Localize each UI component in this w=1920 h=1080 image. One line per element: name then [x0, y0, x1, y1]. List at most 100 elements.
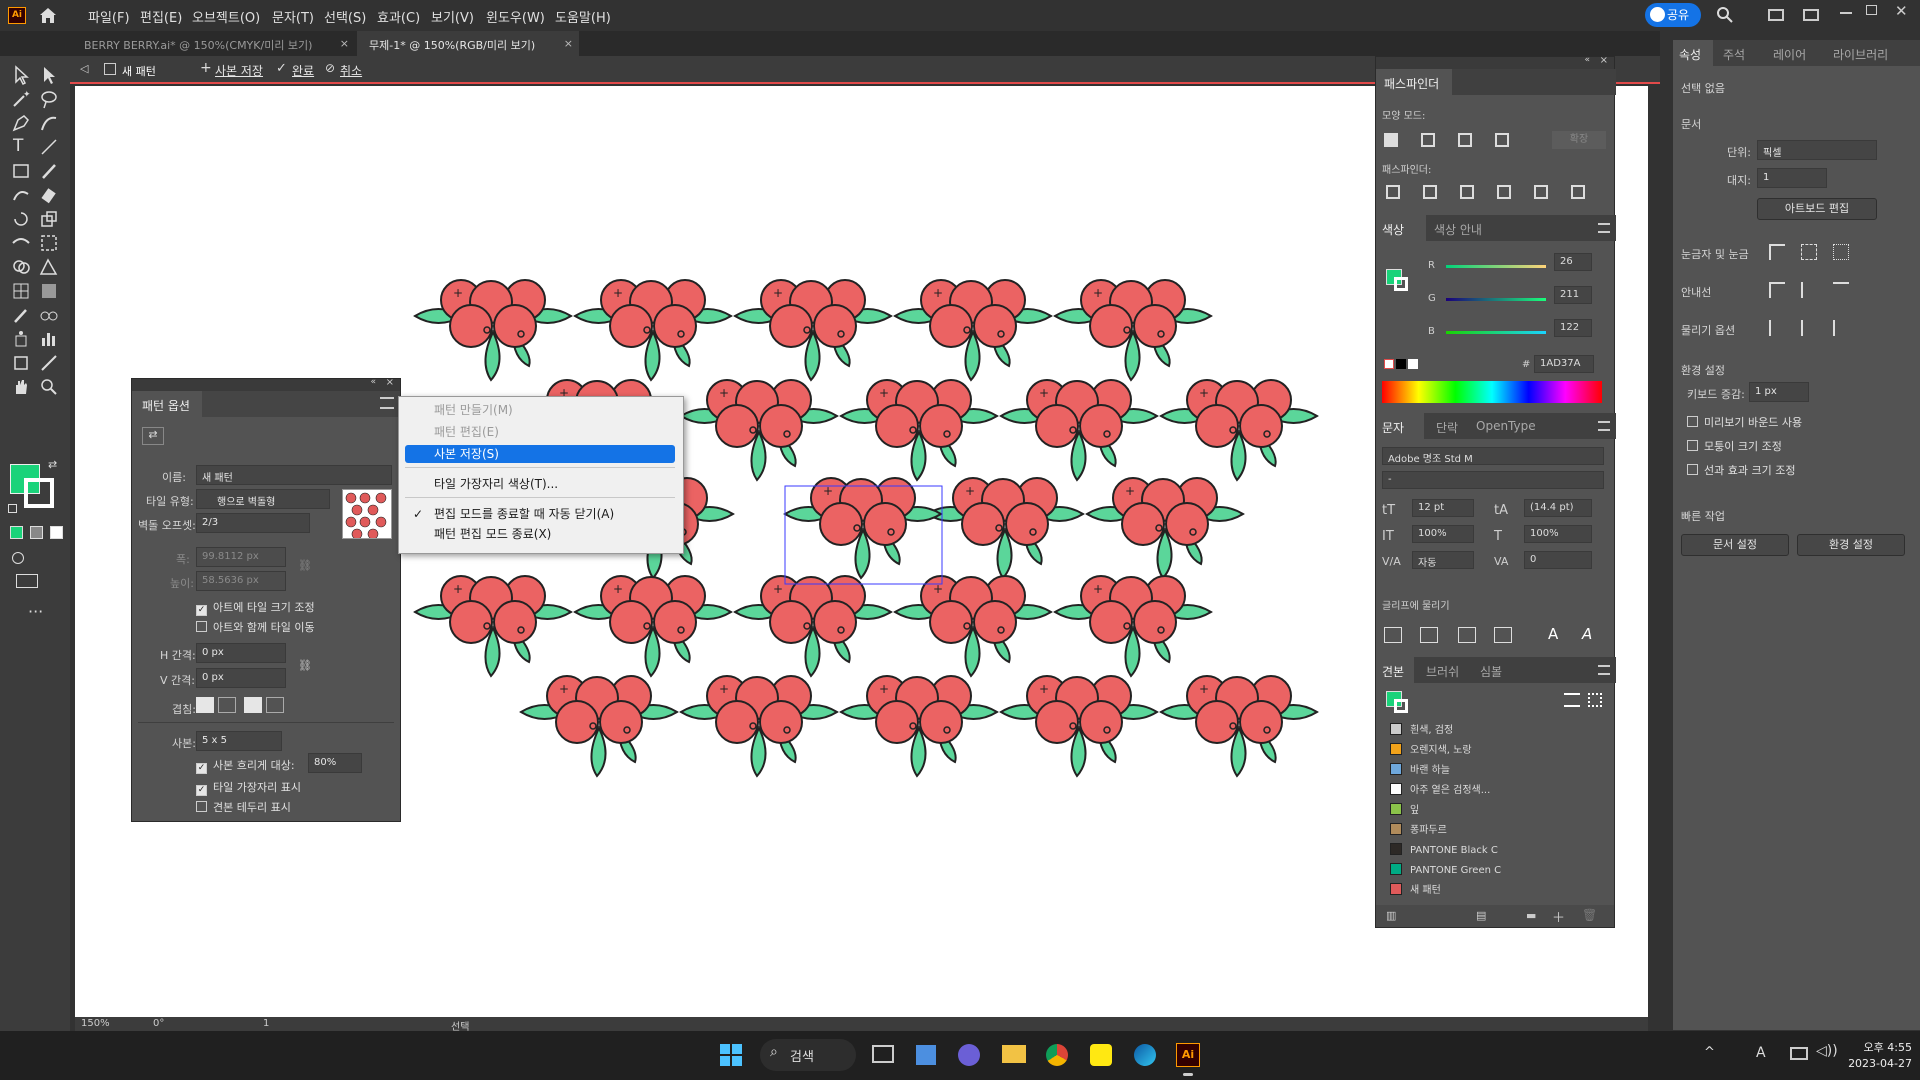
brick-offset-select[interactable]: 2/3: [196, 513, 310, 533]
swatch-row[interactable]: 새 패턴: [1390, 881, 1605, 901]
close-panel-icon[interactable]: ×: [1600, 55, 1608, 66]
color-stroke-swatch[interactable]: [1394, 277, 1408, 291]
keyboard-increment-input[interactable]: 1 px: [1749, 382, 1809, 402]
lock-guides-icon[interactable]: [1801, 282, 1817, 298]
tray-chevron-icon[interactable]: ^: [1704, 1045, 1715, 1060]
dim-value-select[interactable]: 80%: [308, 753, 362, 773]
done-link[interactable]: 완료: [292, 62, 314, 79]
use-preview-bounds-checkbox[interactable]: 미리보기 바운드 사용: [1687, 414, 1802, 430]
swatch-row[interactable]: PANTONE Black C: [1390, 841, 1605, 861]
r-input[interactable]: 26: [1554, 253, 1592, 271]
menu-type[interactable]: 문자(T): [272, 7, 314, 26]
back-arrow-icon[interactable]: ◁: [80, 62, 88, 75]
pattern-options-tab[interactable]: 패턴 옵션: [132, 391, 202, 417]
character-tab[interactable]: 문자: [1376, 413, 1424, 439]
libraries-tab[interactable]: 라이브러리: [1833, 46, 1888, 63]
link-spacing-icon[interactable]: ⛓: [298, 659, 312, 672]
font-size-input[interactable]: 12 pt: [1412, 499, 1474, 517]
volume-icon[interactable]: ◁)): [1816, 1043, 1838, 1059]
panel-menu-icon[interactable]: [1598, 665, 1610, 675]
snap-to-pixel-icon[interactable]: [1801, 320, 1817, 336]
intersect-icon[interactable]: [1458, 133, 1472, 147]
panel-menu-icon[interactable]: [1598, 421, 1610, 431]
b-slider[interactable]: [1446, 331, 1546, 334]
divide-icon[interactable]: [1386, 185, 1400, 199]
font-style-select[interactable]: -: [1382, 471, 1604, 489]
selection-tool-icon[interactable]: [10, 64, 32, 86]
swatch-stroke-preview[interactable]: [1394, 699, 1408, 713]
stroke-swatch[interactable]: [24, 478, 54, 508]
swap-fill-stroke-icon[interactable]: ⇄: [48, 458, 57, 471]
default-colors-icon[interactable]: [8, 504, 17, 513]
illustrator-taskbar-icon[interactable]: Ai: [1176, 1043, 1200, 1067]
color-mode-icon[interactable]: [10, 526, 23, 539]
menu-file[interactable]: 파일(F): [88, 7, 130, 26]
workspace-icon[interactable]: [1803, 9, 1819, 21]
trim-icon[interactable]: [1423, 185, 1437, 199]
menu-tile-edge-color[interactable]: 타일 가장자리 색상(T)...: [405, 475, 675, 493]
size-to-art-checkbox[interactable]: ✓ 아트에 타일 크기 조정: [196, 599, 315, 616]
swatch-row[interactable]: 잎: [1390, 801, 1605, 821]
scale-tool-icon[interactable]: [38, 208, 60, 230]
width-tool-icon[interactable]: [10, 232, 32, 254]
panel-titlebar[interactable]: « ×: [132, 377, 400, 391]
b-input[interactable]: 122: [1554, 319, 1592, 337]
pathfinder-tab[interactable]: 패스파인더: [1376, 69, 1452, 95]
collapse-icon[interactable]: «: [1584, 55, 1590, 65]
start-icon[interactable]: [720, 1044, 742, 1066]
vertical-scale-input[interactable]: 100%: [1412, 525, 1474, 543]
menu-edit[interactable]: 편집(E): [140, 7, 182, 26]
glyph-angular-icon[interactable]: A: [1548, 625, 1558, 643]
pattern-name-input[interactable]: 새 패턴: [196, 465, 392, 485]
tab-berry-berry[interactable]: BERRY BERRY.ai* @ 150%(CMYK/미리 보기) ×: [72, 31, 355, 56]
gradient-mode-icon[interactable]: [30, 526, 43, 539]
zoom-level[interactable]: 150%: [81, 1018, 110, 1029]
symbols-tab[interactable]: 심볼: [1480, 663, 1502, 680]
opentype-tab[interactable]: OpenType: [1476, 419, 1536, 433]
menu-save-copy[interactable]: 사본 저장(S): [405, 445, 675, 463]
collapse-icon[interactable]: «: [370, 377, 376, 387]
input-method-icon[interactable]: A: [1756, 1045, 1766, 1061]
swatch-row[interactable]: 오렌지색, 노랑: [1390, 741, 1605, 761]
menu-exit-pattern-edit[interactable]: 패턴 편집 모드 종료(X): [405, 525, 675, 543]
edit-artboard-button[interactable]: 아트보드 편집: [1757, 198, 1877, 220]
glyph-snap-proximity-icon[interactable]: [1494, 627, 1512, 643]
brushes-tab[interactable]: 브러쉬: [1426, 663, 1459, 680]
dim-copies-checkbox[interactable]: ✓ 사본 흐리게 대상:: [196, 757, 295, 774]
exclude-icon[interactable]: [1495, 133, 1509, 147]
save-copy-link[interactable]: 사본 저장: [215, 62, 263, 79]
show-tile-edge-checkbox[interactable]: ✓ 타일 가장자리 표시: [196, 779, 301, 796]
taskbar-search-box[interactable]: ⌕ 검색: [760, 1039, 856, 1071]
home-icon[interactable]: [38, 6, 58, 24]
chrome-icon[interactable]: [1046, 1044, 1068, 1066]
menu-make-pattern[interactable]: 패턴 만들기(M): [405, 401, 675, 419]
leading-input[interactable]: (14.4 pt): [1524, 499, 1592, 517]
glyph-snap-bounds-icon[interactable]: [1458, 627, 1476, 643]
show-swatch-bounds-checkbox[interactable]: 견본 테두리 표시: [196, 799, 291, 815]
none-color-icon[interactable]: [1384, 359, 1394, 369]
minimize-icon[interactable]: [1840, 12, 1852, 14]
g-slider[interactable]: [1446, 298, 1546, 301]
panel-menu-icon[interactable]: [380, 397, 394, 409]
unite-icon[interactable]: [1384, 133, 1398, 147]
glyph-snap-baseline-icon[interactable]: [1384, 627, 1402, 643]
menu-effect[interactable]: 효과(C): [377, 7, 420, 26]
column-graph-icon[interactable]: [38, 328, 60, 350]
center-tile[interactable]: [784, 477, 943, 585]
overlap-left-icon[interactable]: [196, 697, 214, 713]
new-swatch-icon[interactable]: ＋: [1552, 907, 1565, 926]
h-spacing-input[interactable]: 0 px: [196, 643, 286, 663]
slice-tool-icon[interactable]: [38, 352, 60, 374]
shape-builder-icon[interactable]: [10, 256, 32, 278]
comments-tab[interactable]: 주석: [1723, 46, 1745, 63]
tile-type-select[interactable]: 행으로 벽돌형: [196, 489, 330, 509]
horizontal-scale-input[interactable]: 100%: [1524, 525, 1592, 543]
eyedropper-icon[interactable]: [10, 304, 32, 326]
outline-icon[interactable]: [1534, 185, 1548, 199]
height-input[interactable]: 58.5636 px: [196, 571, 286, 591]
delete-swatch-icon[interactable]: 🗑: [1582, 908, 1597, 922]
gradient-tool-icon[interactable]: [38, 280, 60, 302]
screen-mode-icon[interactable]: [16, 574, 38, 588]
widgets-icon[interactable]: [916, 1045, 936, 1065]
g-input[interactable]: 211: [1554, 286, 1592, 304]
